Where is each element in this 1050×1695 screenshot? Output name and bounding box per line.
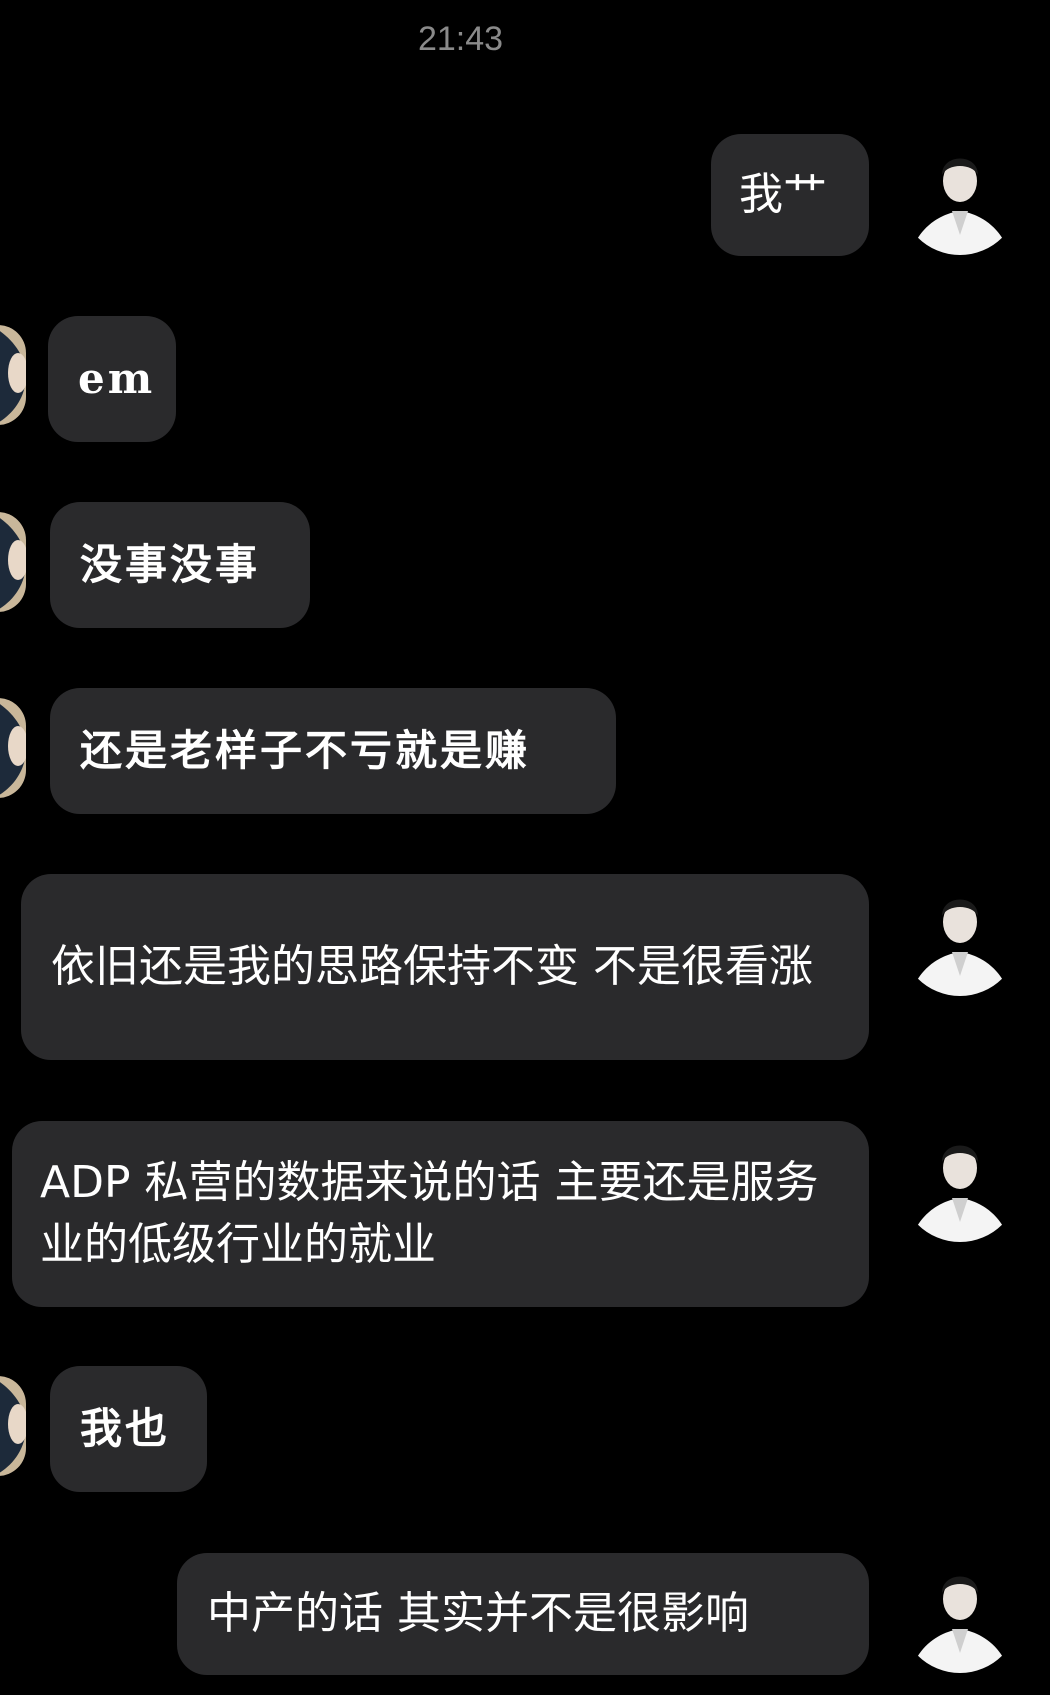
contact-avatar-icon[interactable] xyxy=(0,325,26,425)
user-avatar-icon[interactable] xyxy=(900,1122,1020,1242)
message-bubble-outgoing[interactable]: 我艹 xyxy=(711,134,869,256)
message-bubble-incoming[interactable]: 还是老样子不亏就是赚 xyxy=(50,688,616,814)
message-bubble-incoming[interactable]: 没事没事 xyxy=(50,502,310,628)
message-bubble-incoming[interactable]: 我也 xyxy=(50,1366,207,1492)
message-text: em xyxy=(78,354,156,403)
contact-avatar-icon[interactable] xyxy=(0,1376,26,1476)
user-avatar-icon[interactable] xyxy=(900,135,1020,255)
message-bubble-incoming[interactable]: em xyxy=(48,316,176,442)
message-bubble-outgoing[interactable]: 依旧还是我的思路保持不变 不是很看涨 xyxy=(21,874,869,1060)
message-text: 我艹 xyxy=(739,169,827,220)
contact-avatar-icon[interactable] xyxy=(0,512,26,612)
user-avatar-icon[interactable] xyxy=(900,1553,1020,1673)
message-text: 没事没事 xyxy=(80,540,261,589)
message-bubble-outgoing[interactable]: ADP 私营的数据来说的话 主要还是服务业的低级行业的就业 xyxy=(12,1121,869,1307)
user-avatar-icon[interactable] xyxy=(900,876,1020,996)
message-text: 我也 xyxy=(80,1404,171,1453)
message-text: ADP 私营的数据来说的话 主要还是服务业的低级行业的就业 xyxy=(40,1157,819,1270)
message-text: 中产的话 其实并不是很影响 xyxy=(207,1588,749,1639)
chat-timestamp: 21:43 xyxy=(417,20,504,58)
contact-avatar-icon[interactable] xyxy=(0,698,26,798)
message-text: 还是老样子不亏就是赚 xyxy=(80,726,531,775)
message-text: 依旧还是我的思路保持不变 不是很看涨 xyxy=(51,941,813,992)
message-bubble-outgoing[interactable]: 中产的话 其实并不是很影响 xyxy=(177,1553,869,1675)
